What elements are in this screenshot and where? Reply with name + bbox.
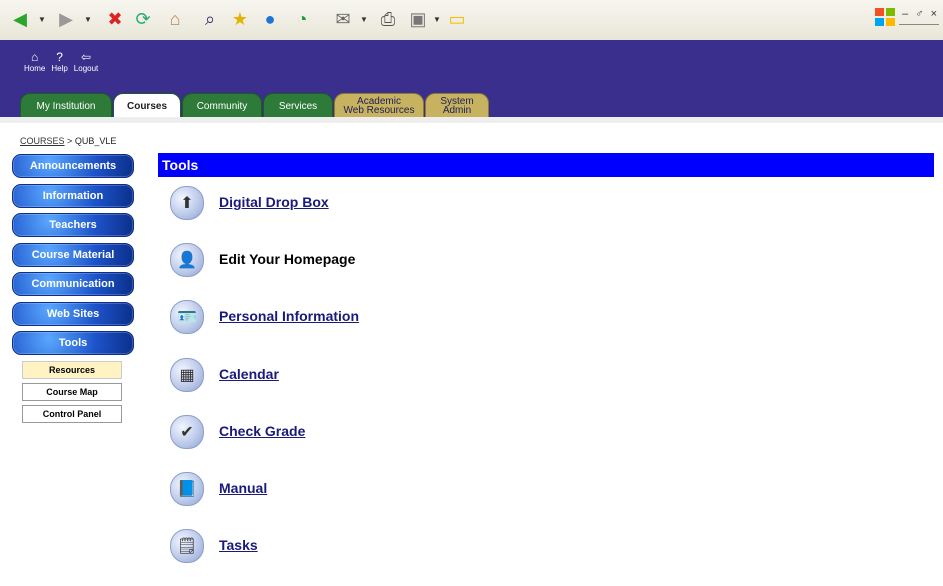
tool-item-tasks[interactable]: 🗒 Tasks [170,529,359,586]
homepage-edit-icon: 👤 [170,243,204,278]
calendar-icon: ▦ [170,357,204,392]
forward-dropdown-icon[interactable]: ▼ [84,15,92,24]
mail-icon[interactable]: ✉ [331,7,355,31]
subnav-resources[interactable]: Resources [22,360,122,379]
tab-services[interactable]: Services [263,93,333,118]
manual-icon: 📘 [170,471,204,506]
tool-item-manual[interactable]: 📘 Manual [170,471,359,529]
tool-link-manual[interactable]: Manual [219,472,267,504]
edit-icon[interactable]: ▣ [406,7,430,31]
help-icon: ? [56,50,63,64]
breadcrumb: COURSES > QUB_VLE [0,117,943,147]
tool-item-check-grade[interactable]: ✔ Check Grade [170,414,359,472]
drop-box-icon: ⬆ [170,186,204,220]
grade-icon: ✔ [170,414,204,449]
forward-icon[interactable]: ▶ [54,7,78,31]
breadcrumb-current: QUB_VLE [74,136,117,146]
tasks-icon: 🗒 [170,529,204,564]
window-divider [899,24,939,25]
left-subnav: Resources Course Map Control Panel [22,360,122,423]
top-icons: ⌂ Home ? Help ⇦ Logout [24,50,98,73]
breadcrumb-separator: > [67,136,73,146]
nav-web-sites[interactable]: Web Sites [12,301,134,326]
search-icon[interactable]: ⌕ [198,7,222,31]
favorites-icon[interactable]: ★ [228,7,252,31]
tab-academic-web-resources[interactable]: Academic Web Resources [334,93,424,118]
tool-text-edit-your-homepage[interactable]: Edit Your Homepage [219,243,355,275]
logout-icon: ⇦ [81,50,92,64]
home-icon: ⌂ [31,50,39,64]
page-title-bar: Tools [158,153,934,177]
tool-item-calendar[interactable]: ▦ Calendar [170,357,359,415]
personal-info-icon: 🪪 [170,300,204,335]
tab-courses[interactable]: Courses [113,93,181,118]
nav-teachers[interactable]: Teachers [12,213,134,237]
nav-course-material[interactable]: Course Material [12,242,134,267]
history-icon[interactable]: ◔ [290,7,314,31]
tool-link-tasks[interactable]: Tasks [219,529,258,561]
course-left-nav: Announcements Information Teachers Cours… [12,154,134,427]
subnav-course-map[interactable]: Course Map [22,382,122,401]
tab-community[interactable]: Community [182,93,262,118]
home-link[interactable]: ⌂ Home [24,50,45,73]
main-tabs: My Institution Courses Community Service… [20,93,489,118]
tool-item-edit-your-homepage[interactable]: 👤 Edit Your Homepage [170,243,359,300]
nav-communication[interactable]: Communication [12,272,134,296]
tool-link-check-grade[interactable]: Check Grade [219,415,305,447]
subnav-control-panel[interactable]: Control Panel [22,404,122,423]
window-controls[interactable]: – ♂ × [902,8,939,20]
breadcrumb-rule [0,117,943,123]
tab-my-institution[interactable]: My Institution [20,93,112,118]
page-title: Tools [162,157,199,173]
nav-announcements[interactable]: Announcements [12,154,134,178]
tool-link-personal-information[interactable]: Personal Information [219,300,359,332]
blackboard-header: ⌂ Home ? Help ⇦ Logout My Institution Co… [0,40,943,118]
print-icon[interactable]: ⎙ [376,7,400,31]
breadcrumb-text: COURSES > QUB_VLE [20,136,116,146]
tool-item-digital-drop-box[interactable]: ⬆ Digital Drop Box [170,186,359,243]
refresh-icon[interactable]: ⟳ [131,7,155,31]
back-dropdown-icon[interactable]: ▼ [38,15,46,24]
logout-label: Logout [73,64,99,73]
nav-tools[interactable]: Tools [12,331,134,355]
media-icon[interactable]: ● [258,7,282,31]
windows-logo-icon [873,6,897,28]
help-link[interactable]: ? Help [51,50,67,73]
stop-icon[interactable]: ✖ [103,7,127,31]
tool-link-digital-drop-box[interactable]: Digital Drop Box [219,186,329,218]
nav-information[interactable]: Information [12,183,134,208]
browser-toolbar: ◀ ▼ ▶ ▼ ✖ ⟳ ⌂ ⌕ ★ ● ◔ ✉ ▼ ⎙ ▣ ▼ ▭ – ♂ × [0,0,943,41]
help-label: Help [51,64,68,73]
notes-icon[interactable]: ▭ [445,7,469,31]
breadcrumb-courses-link[interactable]: COURSES [20,136,65,146]
mail-dropdown-icon[interactable]: ▼ [360,15,368,24]
logout-link[interactable]: ⇦ Logout [74,50,98,73]
edit-dropdown-icon[interactable]: ▼ [433,15,441,24]
tool-link-calendar[interactable]: Calendar [219,358,279,390]
home-label: Home [24,64,46,73]
back-icon[interactable]: ◀ [8,7,32,31]
tools-list: ⬆ Digital Drop Box 👤 Edit Your Homepage … [170,186,359,586]
home-icon[interactable]: ⌂ [163,7,187,31]
tab-system-admin[interactable]: System Admin [425,93,489,118]
tool-item-personal-information[interactable]: 🪪 Personal Information [170,300,359,357]
